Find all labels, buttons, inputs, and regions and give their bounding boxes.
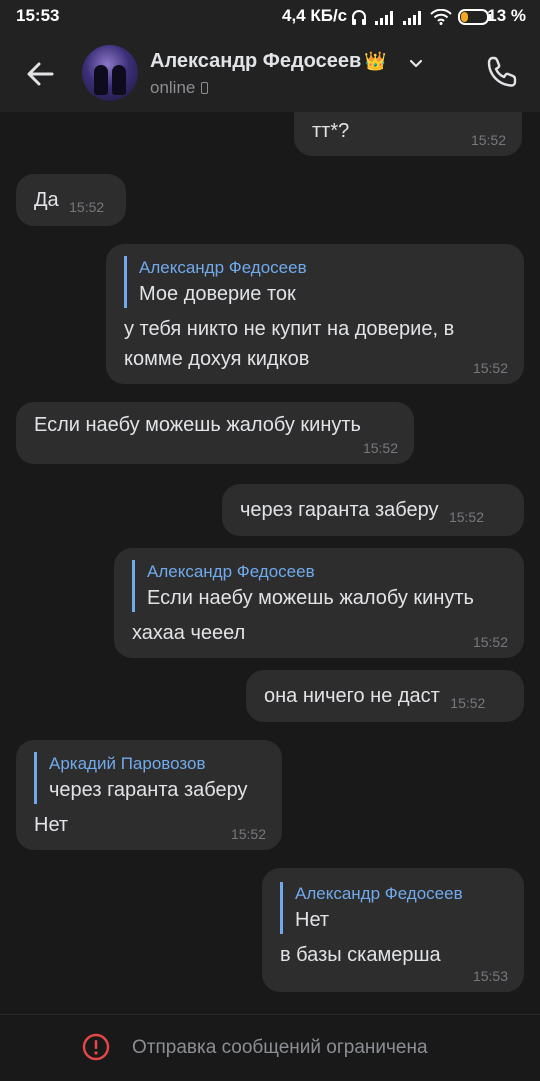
reply-quote[interactable]: Александр Федосеев Если наебу можешь жал…: [132, 560, 506, 612]
message-bubble-outgoing[interactable]: Александр Федосеев Если наебу можешь жал…: [114, 548, 524, 658]
message-time: 15:52: [472, 634, 508, 650]
quote-author: Александр Федосеев: [147, 562, 315, 581]
online-status: online: [150, 78, 209, 98]
wifi-icon: [430, 9, 452, 25]
message-text: через гаранта заберу: [240, 499, 439, 521]
chat-header: Александр Федосеев 👑 online: [0, 34, 540, 112]
reply-quote[interactable]: Аркадий Паровозов через гаранта заберу: [34, 752, 264, 804]
quote-author: Аркадий Паровозов: [49, 754, 206, 773]
message-bubble-outgoing[interactable]: Александр Федосеев Мое доверие ток у теб…: [106, 244, 524, 384]
crown-icon: 👑: [364, 51, 387, 71]
message-bubble-outgoing[interactable]: она ничего не даст 15:52: [246, 670, 524, 722]
contact-name[interactable]: Александр Федосеев 👑: [150, 50, 387, 73]
warning-icon: [82, 1033, 110, 1061]
back-arrow-icon[interactable]: [22, 56, 58, 92]
quote-author: Александр Федосеев: [139, 258, 307, 277]
battery-percent: 13 %: [487, 6, 526, 25]
avatar[interactable]: [82, 45, 138, 101]
headphones-icon: [352, 10, 366, 25]
message-bubble-outgoing[interactable]: Александр Федосеев Нет в базы скамерша 1…: [262, 868, 524, 992]
message-text: Нет: [34, 814, 69, 836]
message-text: Да: [34, 189, 59, 211]
message-text: у тебя никто не купит на доверие, в: [124, 318, 455, 340]
quote-text: через гаранта заберу: [49, 779, 248, 801]
message-bubble-outgoing[interactable]: тт*? 15:52: [294, 112, 522, 156]
message-time: 15:52: [230, 826, 266, 842]
status-bar: 15:53 4,4 КБ/с 13 %: [0, 0, 540, 34]
mobile-icon: [201, 82, 209, 94]
message-text: Если наебу можешь жалобу кинуть: [34, 414, 361, 436]
message-time: 15:52: [470, 132, 506, 148]
status-icons: [350, 8, 492, 26]
restriction-bar: Отправка сообщений ограничена: [0, 1014, 540, 1081]
avatar-figure: [112, 65, 126, 95]
quote-text: Если наебу можешь жалобу кинуть: [147, 587, 474, 609]
message-bubble-incoming[interactable]: Если наебу можешь жалобу кинуть 15:52: [16, 402, 414, 464]
online-text: online: [150, 78, 196, 97]
contact-name-text: Александр Федосеев: [150, 50, 362, 72]
message-text: она ничего не даст: [264, 685, 440, 707]
status-time: 15:53: [16, 6, 60, 25]
message-text: комме дохуя кидков: [124, 348, 310, 370]
message-time: 15:52: [69, 199, 105, 215]
message-text: в базы скамерша: [280, 944, 441, 966]
message-bubble-incoming[interactable]: Аркадий Паровозов через гаранта заберу Н…: [16, 740, 282, 850]
signal-icon-2: [403, 11, 421, 25]
quote-author: Александр Федосеев: [295, 884, 463, 903]
message-text: хахаа чееел: [132, 622, 246, 644]
phone-icon[interactable]: [484, 54, 520, 90]
quote-text: Мое доверие ток: [139, 283, 296, 305]
network-speed: 4,4 КБ/с: [282, 6, 348, 25]
message-list[interactable]: тт*? 15:52 Да 15:52 Александр Федосеев М…: [0, 112, 540, 1014]
restriction-notice: Отправка сообщений ограничена: [132, 1037, 428, 1058]
reply-quote[interactable]: Александр Федосеев Нет: [280, 882, 506, 934]
message-time: 15:52: [362, 440, 398, 456]
quote-text: Нет: [295, 909, 330, 931]
message-time: 15:52: [472, 360, 508, 376]
avatar-figure: [94, 65, 108, 95]
message-bubble-outgoing[interactable]: через гаранта заберу 15:52: [222, 484, 524, 536]
chevron-down-icon[interactable]: [408, 56, 424, 72]
message-time: 15:52: [450, 695, 486, 711]
signal-icon: [375, 11, 393, 25]
message-time: 15:52: [448, 509, 485, 525]
reply-quote[interactable]: Александр Федосеев Мое доверие ток: [124, 256, 506, 308]
message-bubble-incoming[interactable]: Да 15:52: [16, 174, 126, 226]
message-time: 15:53: [472, 968, 508, 984]
